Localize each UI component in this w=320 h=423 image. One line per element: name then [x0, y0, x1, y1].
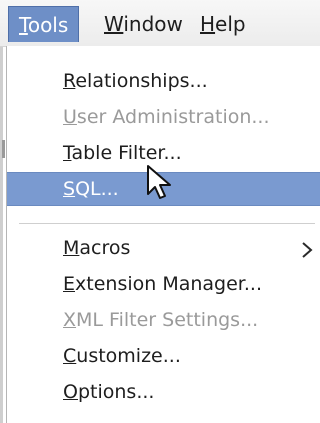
macros-mnemonic: M: [63, 237, 80, 259]
menu-window-label: indow: [123, 12, 183, 36]
chevron-right-icon: [301, 233, 313, 263]
macros-label: acros: [79, 237, 131, 259]
menu-tools-mnemonic: T: [19, 13, 28, 37]
extension-manager-label: xtension Manager...: [75, 273, 262, 295]
options-mnemonic: O: [63, 381, 78, 403]
screenshot-stage: Tools Window Help Relationships... User …: [0, 0, 320, 423]
user-administration-label: ser Administration...: [76, 106, 270, 128]
menu-item-customize[interactable]: Customize...: [7, 341, 320, 371]
extension-manager-mnemonic: E: [63, 273, 76, 295]
window-edge: [0, 0, 5, 423]
arrow-cursor-icon: [147, 165, 171, 199]
menu-bar: Tools Window Help: [0, 0, 320, 47]
menu-window[interactable]: Window: [94, 6, 193, 42]
sql-label: QL...: [75, 178, 119, 200]
table-filter-label: able Filter...: [71, 142, 182, 164]
menu-help[interactable]: Help: [190, 6, 256, 42]
user-administration-mnemonic: U: [63, 106, 77, 128]
relationships-label: elationships...: [75, 70, 208, 92]
menu-help-mnemonic: H: [200, 12, 216, 36]
customize-mnemonic: C: [63, 345, 77, 367]
xml-filter-settings-mnemonic: X: [63, 309, 77, 331]
sql-mnemonic: S: [63, 178, 76, 200]
menu-separator: [19, 223, 315, 224]
menu-tools-label: ools: [27, 13, 69, 37]
menu-help-label: elp: [215, 12, 246, 36]
menu-item-xml-filter-settings: XML Filter Settings...: [7, 305, 320, 335]
menu-item-user-administration: User Administration...: [7, 102, 320, 132]
customize-label: ustomize...: [76, 345, 181, 367]
menu-item-options[interactable]: Options...: [7, 377, 320, 407]
menu-item-macros[interactable]: Macros: [7, 233, 320, 263]
menu-item-relationships[interactable]: Relationships...: [7, 66, 320, 96]
menu-tools[interactable]: Tools: [8, 6, 80, 42]
tools-dropdown-menu: Relationships... User Administration... …: [6, 46, 320, 423]
xml-filter-settings-label: ML Filter Settings...: [76, 309, 259, 331]
relationships-mnemonic: R: [63, 70, 76, 92]
menu-item-extension-manager[interactable]: Extension Manager...: [7, 269, 320, 299]
options-label: ptions...: [77, 381, 155, 403]
menu-window-mnemonic: W: [104, 12, 124, 36]
